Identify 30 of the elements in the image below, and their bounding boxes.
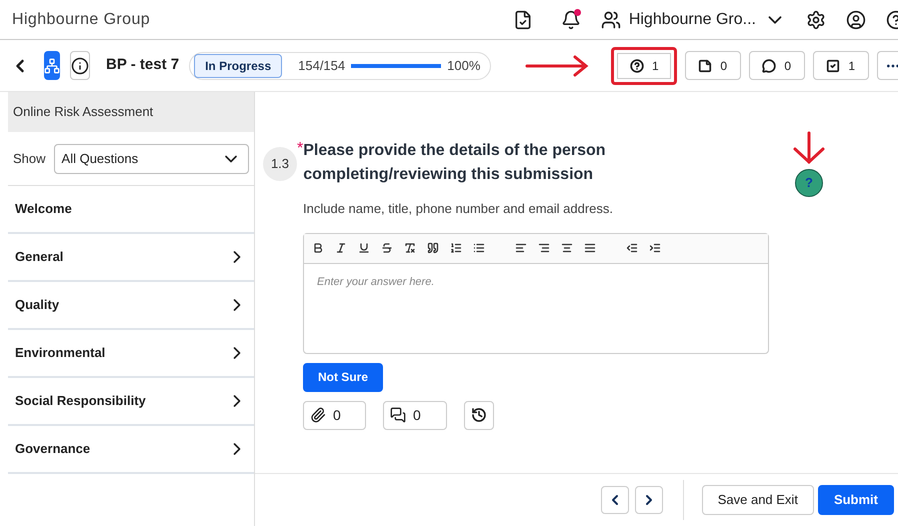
- progress-percent: 100%: [447, 56, 482, 75]
- answer-editor[interactable]: Enter your answer here.: [303, 232, 769, 354]
- account-menu[interactable]: Highbourne Gro...: [600, 8, 786, 32]
- not-sure-button[interactable]: Not Sure: [303, 362, 383, 392]
- brand-name: Highbourne Group: [12, 10, 150, 30]
- question-hint: Include name, title, phone number and email address.: [303, 200, 614, 218]
- answer-field[interactable]: Enter your answer here.: [304, 264, 768, 352]
- section-item[interactable]: Environmental: [8, 330, 254, 378]
- section-item[interactable]: Welcome: [8, 186, 254, 234]
- section-item[interactable]: Social Responsibility: [8, 378, 254, 426]
- counter-button[interactable]: 1: [611, 46, 678, 84]
- submit-button[interactable]: Submit: [818, 485, 894, 515]
- counter-button[interactable]: 0: [685, 51, 742, 80]
- question-text: Please provide the details of the person completing/reviewing this submission: [303, 141, 607, 185]
- counter-button[interactable]: 0: [749, 51, 806, 80]
- section-item[interactable]: General: [8, 234, 254, 282]
- counter-button[interactable]: 1: [813, 51, 870, 80]
- comments-button[interactable]: 0: [383, 400, 447, 430]
- filter-dropdown[interactable]: All Questions: [54, 144, 249, 174]
- status-badge: In Progress: [194, 54, 282, 78]
- question-number: 1.3: [263, 147, 297, 181]
- save-exit-button[interactable]: Save and Exit: [702, 485, 814, 515]
- section-item[interactable]: Quality: [8, 282, 254, 330]
- progress-count: 154/154: [298, 56, 346, 75]
- show-label: Show: [13, 150, 46, 168]
- assessment-title: BP - test 7: [106, 55, 180, 76]
- sidebar-title: Online Risk Assessment: [13, 103, 154, 122]
- section-item[interactable]: Governance: [8, 426, 254, 474]
- required-asterisk: *: [297, 141, 304, 159]
- attachments-button[interactable]: 0: [303, 400, 366, 430]
